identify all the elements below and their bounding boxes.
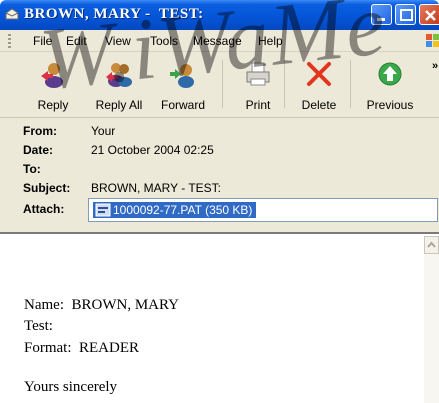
previous-label: Previous — [366, 98, 414, 112]
reply-all-button[interactable]: Reply All — [90, 54, 148, 116]
attachment-label: 1000092-77.PAT (350 KB) — [113, 203, 253, 217]
scroll-up-arrow-icon — [427, 241, 436, 248]
menu-bar: File Edit View Tools Message Help — [0, 30, 439, 52]
date-value: 21 October 2004 02:25 — [91, 143, 214, 157]
menu-message[interactable]: Message — [193, 34, 242, 48]
delete-label: Delete — [301, 98, 337, 112]
from-value: Your — [91, 124, 116, 138]
from-label: From: — [23, 124, 57, 138]
closing-line: Yours sincerely — [24, 379, 118, 395]
test-line: Test: — [24, 318, 53, 334]
maximize-button[interactable] — [395, 4, 416, 25]
message-header: From: Your Date: 21 October 2004 02:25 T… — [0, 118, 439, 232]
menu-edit[interactable]: Edit — [66, 34, 87, 48]
date-label: Date: — [23, 143, 54, 157]
file-icon — [95, 203, 111, 217]
printer-icon — [246, 62, 270, 86]
to-label: To: — [23, 162, 41, 176]
close-icon — [425, 10, 436, 21]
forward-label: Forward — [160, 98, 205, 112]
print-label: Print — [245, 98, 271, 112]
toolbar-separator — [284, 60, 285, 108]
forward-icon — [170, 64, 194, 88]
envelope-icon — [5, 8, 19, 20]
menu-view[interactable]: View — [105, 34, 131, 48]
toolbar-separator — [222, 60, 223, 108]
menu-file[interactable]: File — [33, 34, 52, 48]
reply-all-icon — [106, 63, 132, 87]
title-bar[interactable]: BROWN, MARY - TEST: — [0, 0, 439, 30]
up-arrow-icon — [378, 62, 402, 86]
toolbar-separator — [350, 60, 351, 108]
message-body[interactable]: Name: BROWN, MARY Test: Format: READER Y… — [0, 232, 439, 403]
scroll-up-button[interactable] — [424, 236, 439, 254]
format-line: Format: READER — [24, 340, 139, 356]
scrollbar-track[interactable] — [424, 254, 439, 403]
toolbar-overflow-chevron[interactable]: » — [432, 60, 438, 72]
attachment-field[interactable]: 1000092-77.PAT (350 KB) — [88, 198, 438, 222]
maximize-icon — [400, 9, 413, 21]
subject-label: Subject: — [23, 181, 71, 195]
menu-tools[interactable]: Tools — [150, 34, 178, 48]
attachment-item[interactable]: 1000092-77.PAT (350 KB) — [93, 202, 257, 218]
forward-button[interactable]: Forward — [155, 54, 211, 116]
reply-icon — [41, 63, 63, 88]
name-line: Name: BROWN, MARY — [24, 297, 179, 313]
menu-grip[interactable] — [8, 34, 11, 48]
window-title: BROWN, MARY - TEST: — [24, 6, 204, 22]
windows-flag-icon — [426, 34, 439, 47]
previous-button[interactable]: Previous — [360, 54, 420, 116]
menu-help[interactable]: Help — [258, 34, 283, 48]
attach-label: Attach: — [23, 202, 65, 216]
toolbar: Reply Reply All Forward Print Delete Pre… — [0, 52, 439, 118]
delete-x-icon — [307, 62, 331, 86]
reply-button[interactable]: Reply — [26, 54, 80, 116]
minimize-icon — [377, 18, 385, 21]
subject-value: BROWN, MARY - TEST: — [91, 181, 222, 195]
minimize-button[interactable] — [371, 4, 392, 25]
print-button[interactable]: Print — [236, 54, 280, 116]
reply-all-label: Reply All — [95, 98, 143, 112]
delete-button[interactable]: Delete — [294, 54, 344, 116]
reply-label: Reply — [37, 98, 69, 112]
close-button[interactable] — [419, 4, 439, 25]
